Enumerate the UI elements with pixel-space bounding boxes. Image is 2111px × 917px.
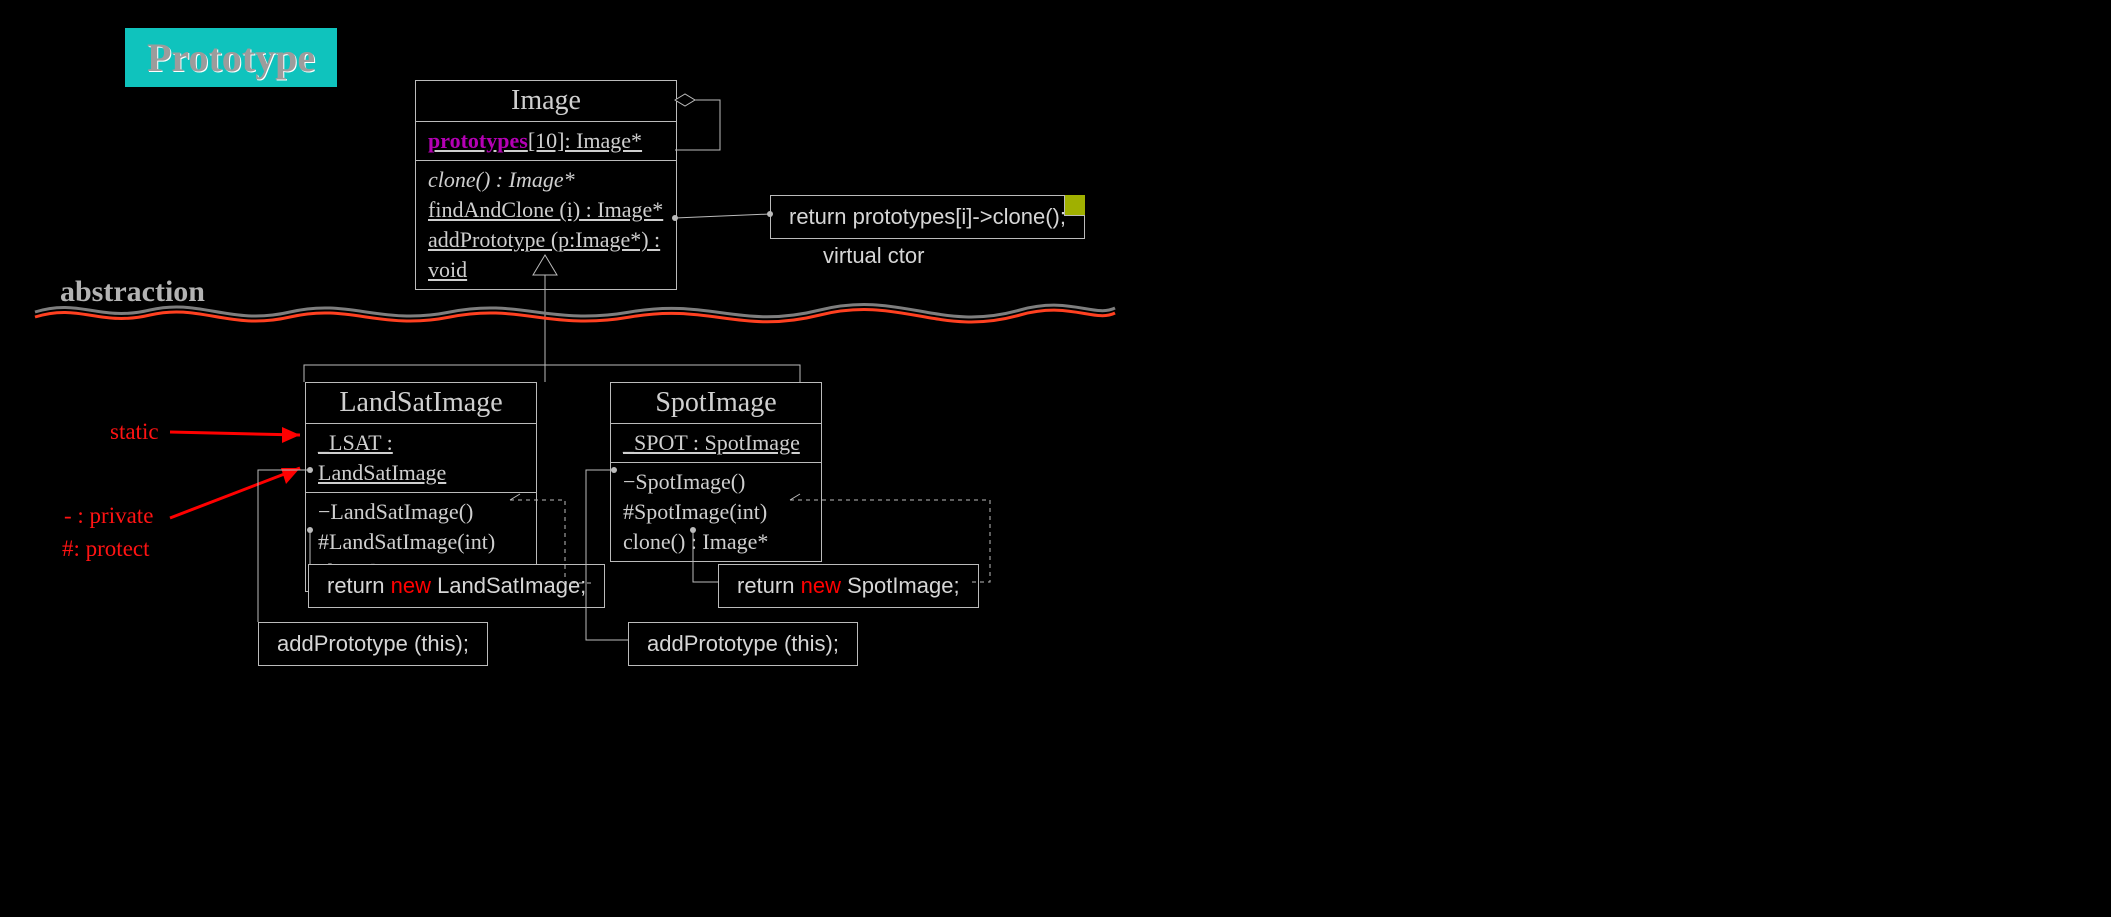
annotation-private: - : private xyxy=(64,503,153,529)
class-attrs-image: prototypes[10]: Image* xyxy=(416,122,676,161)
class-ops-spot: −SpotImage() #SpotImage(int) clone() : I… xyxy=(611,463,821,561)
note-findandclone: return prototypes[i]->clone(); xyxy=(770,195,1085,239)
annotation-protect: #: protect xyxy=(62,536,150,562)
class-name-landsat: LandSatImage xyxy=(306,383,536,424)
note-virtual-ctor: virtual ctor xyxy=(823,243,924,269)
annotation-static: static xyxy=(110,419,159,445)
note-spot-ctor: addPrototype (this); xyxy=(628,622,858,666)
note-spot-clone: return new SpotImage; xyxy=(718,564,979,608)
uml-class-landsat: LandSatImage _LSAT : LandSatImage −LandS… xyxy=(305,382,537,592)
uml-class-spot: SpotImage _SPOT : SpotImage −SpotImage()… xyxy=(610,382,822,562)
class-attrs-landsat: _LSAT : LandSatImage xyxy=(306,424,536,493)
diagram-canvas: { "title": "Prototype", "abstraction_lab… xyxy=(0,0,2111,917)
note-landsat-clone: return new LandSatImage; xyxy=(308,564,605,608)
class-ops-image: clone() : Image* findAndClone (i) : Imag… xyxy=(416,161,676,289)
abstraction-label: abstraction xyxy=(60,275,205,309)
note-landsat-ctor: addPrototype (this); xyxy=(258,622,488,666)
uml-class-image: Image prototypes[10]: Image* clone() : I… xyxy=(415,80,677,290)
class-attrs-spot: _SPOT : SpotImage xyxy=(611,424,821,463)
note-fold-icon xyxy=(1064,195,1085,216)
title-text: Prototype xyxy=(147,35,315,80)
title-chip: Prototype xyxy=(125,28,337,87)
class-name-spot: SpotImage xyxy=(611,383,821,424)
class-name-image: Image xyxy=(416,81,676,122)
